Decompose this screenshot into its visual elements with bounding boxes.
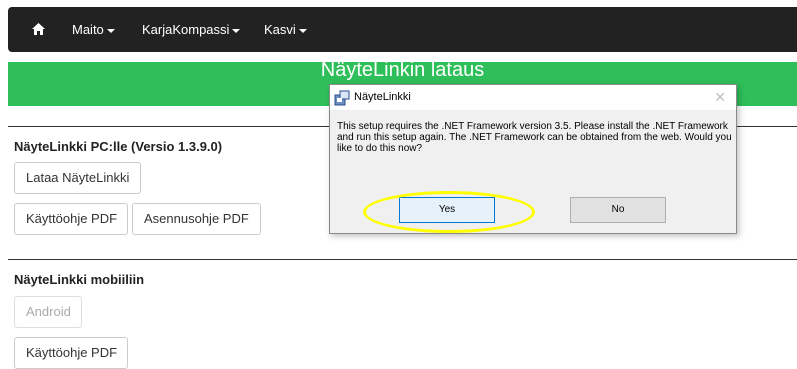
dialog-title: NäyteLinkki [354, 91, 411, 103]
download-naytelinkki-button[interactable]: Lataa NäyteLinkki [14, 162, 141, 194]
mobile-manual-pdf-button[interactable]: Käyttöohje PDF [14, 337, 128, 369]
nav-karjakompassi[interactable]: KarjaKompassi [142, 7, 241, 52]
dialog-titlebar[interactable]: NäyteLinkki ✕ [330, 85, 736, 110]
caret-down-icon [298, 28, 307, 33]
close-icon[interactable]: ✕ [714, 89, 726, 106]
pc-manual-pdf-button[interactable]: Käyttöohje PDF [14, 203, 128, 235]
android-button[interactable]: Android [14, 296, 82, 328]
caret-down-icon [232, 28, 241, 33]
nav-karjakompassi-label: KarjaKompassi [142, 22, 230, 37]
home-icon[interactable] [32, 23, 45, 35]
top-navbar: Maito KarjaKompassi Kasvi [8, 7, 797, 52]
nav-maito-label: Maito [72, 22, 104, 37]
setup-dialog: NäyteLinkki ✕ This setup requires the .N… [329, 84, 737, 234]
nav-maito[interactable]: Maito [72, 7, 115, 52]
caret-down-icon [106, 28, 115, 33]
no-button[interactable]: No [570, 197, 666, 223]
section-divider [8, 259, 797, 260]
page-title: NäyteLinkin lataus [320, 62, 485, 81]
install-guide-pdf-button[interactable]: Asennusohje PDF [132, 203, 261, 235]
installer-icon [334, 90, 350, 106]
yes-button[interactable]: Yes [399, 197, 495, 223]
pc-section-title: NäyteLinkki PC:lle (Versio 1.3.9.0) [14, 139, 223, 154]
dialog-message: This setup requires the .NET Framework v… [337, 121, 732, 154]
mobile-section-title: NäyteLinkki mobiiliin [14, 272, 145, 287]
nav-kasvi-label: Kasvi [264, 22, 296, 37]
nav-kasvi[interactable]: Kasvi [264, 7, 307, 52]
